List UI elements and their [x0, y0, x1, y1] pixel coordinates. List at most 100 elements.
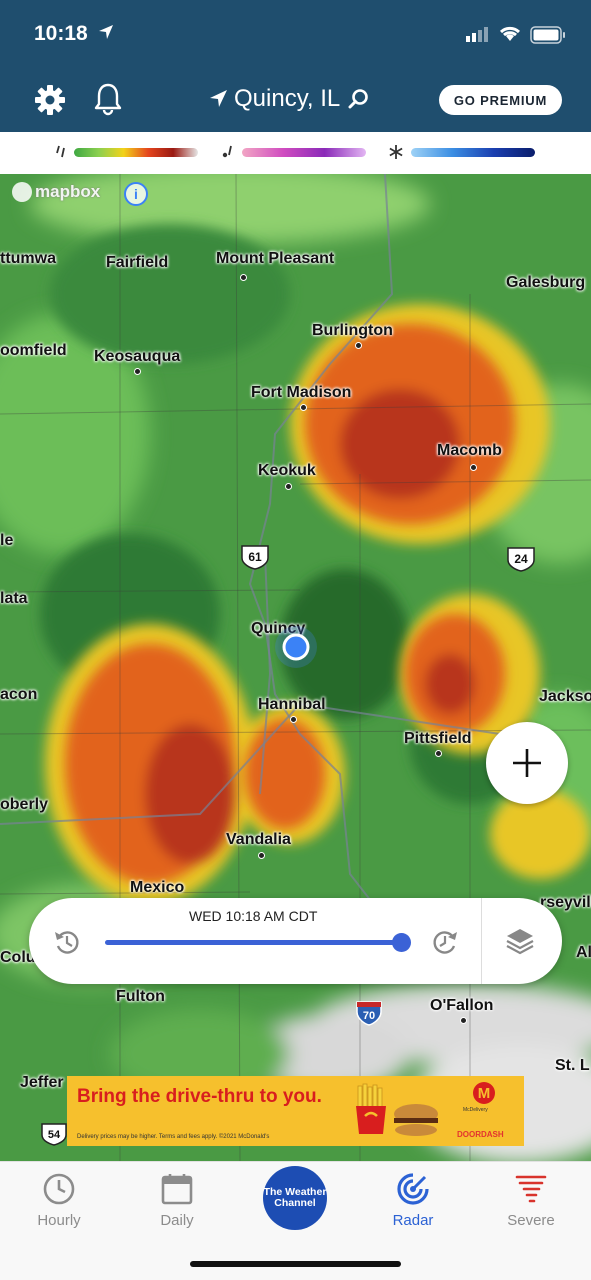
city-marker — [134, 368, 141, 375]
city-label: Jackso — [539, 688, 591, 705]
city-label: Keokuk — [258, 462, 316, 479]
timeline-timestamp: WED 10:18 AM CDT — [189, 908, 318, 924]
timeline-divider — [481, 898, 482, 984]
svg-text:54: 54 — [48, 1129, 61, 1141]
doordash-logo: DOORDASH — [457, 1130, 504, 1139]
raindrop-icon — [56, 145, 65, 158]
route-shield-70: 70 — [356, 1001, 382, 1026]
city-label: oomfield — [0, 342, 67, 359]
forecast-future-icon[interactable] — [431, 928, 459, 956]
legend-mix — [222, 145, 366, 159]
status-bar: 10:18 — [0, 0, 591, 70]
snowflake-icon — [389, 145, 403, 159]
city-marker — [285, 483, 292, 490]
bell-icon[interactable] — [93, 82, 123, 116]
route-shield-54: 54 — [41, 1123, 67, 1146]
city-marker — [470, 464, 477, 471]
city-label: oberly — [0, 796, 49, 813]
location-arrow-icon — [99, 25, 113, 39]
city-label: Keosauqua — [94, 348, 181, 365]
city-label: le — [0, 532, 14, 549]
city-label: Burlington — [312, 322, 393, 339]
city-label: Hannibal — [258, 696, 326, 713]
twc-logo[interactable]: The Weather Channel — [263, 1166, 327, 1230]
cellular-signal-icon — [466, 27, 488, 42]
city-label: O'Fallon — [430, 997, 494, 1014]
city-label: Jeffer — [20, 1074, 64, 1091]
tab-label: Hourly — [37, 1212, 81, 1229]
food-image — [356, 1083, 438, 1136]
location-selector[interactable]: Quincy, IL — [208, 85, 370, 113]
legend-mix-bar — [242, 147, 366, 157]
app-header: Quincy, IL GO PREMIUM — [0, 70, 591, 132]
calendar-icon — [161, 1174, 193, 1205]
go-premium-button[interactable]: GO PREMIUM — [439, 85, 562, 115]
city-marker — [240, 274, 247, 281]
svg-text:61: 61 — [248, 550, 262, 564]
svg-text:70: 70 — [363, 1010, 375, 1022]
route-shield-61: 61 — [241, 545, 269, 570]
legend-rain — [56, 145, 198, 159]
rewind-history-icon[interactable] — [53, 928, 81, 956]
plus-icon — [513, 749, 541, 777]
radar-icon — [397, 1173, 429, 1205]
ad-headline: Bring the drive-thru to you. — [77, 1086, 322, 1107]
timeline-slider-track[interactable] — [105, 940, 401, 945]
route-shield-24: 24 — [507, 547, 535, 572]
city-label: Vandalia — [226, 831, 291, 848]
precipitation-legend — [0, 132, 591, 174]
info-icon[interactable]: i — [124, 182, 148, 206]
mapbox-logo: mapbox — [12, 182, 100, 202]
city-label: ttumwa — [0, 250, 56, 267]
ad-delivery-label: McDelivery — [463, 1107, 488, 1113]
clock-icon — [43, 1173, 75, 1205]
legend-snow-bar — [411, 147, 535, 157]
current-location-marker — [275, 626, 317, 668]
ad-fine-print: Delivery prices may be higher. Terms and… — [77, 1134, 270, 1140]
city-label: Fort Madison — [251, 384, 352, 401]
tab-radar[interactable]: Radar — [358, 1172, 468, 1229]
layers-icon[interactable] — [505, 926, 535, 956]
city-label: Mexico — [130, 879, 185, 896]
svg-text:24: 24 — [514, 552, 528, 566]
tab-daily[interactable]: Daily — [122, 1172, 232, 1229]
bottom-tab-bar: Hourly Daily The Weather Channel Radar S… — [0, 1161, 591, 1280]
tab-severe[interactable]: Severe — [476, 1172, 586, 1229]
timeline-slider-thumb[interactable] — [392, 933, 411, 952]
location-arrow-icon — [210, 90, 227, 107]
radar-map[interactable]: mapbox i ttumwa Fairfield Mount Pleasant… — [0, 174, 591, 1161]
advertisement-banner[interactable]: Bring the drive-thru to you. Delivery pr… — [67, 1076, 524, 1146]
wifi-icon — [499, 26, 521, 41]
city-label: Al — [576, 944, 591, 961]
gear-icon[interactable] — [34, 84, 66, 116]
city-label: acon — [0, 686, 38, 703]
city-label: St. L — [555, 1057, 590, 1074]
legend-snow — [389, 145, 535, 159]
mcdonalds-logo: M — [473, 1082, 495, 1104]
legend-rain-bar — [74, 147, 198, 157]
radar-timeline: WED 10:18 AM CDT — [29, 898, 562, 984]
city-label: Fairfield — [106, 254, 169, 271]
city-label: Pittsfield — [404, 730, 472, 747]
tab-label: Radar — [392, 1212, 434, 1229]
city-marker — [290, 716, 297, 723]
home-indicator — [190, 1261, 401, 1267]
city-marker — [258, 852, 265, 859]
clock-time: 10:18 — [34, 22, 88, 45]
location-name: Quincy, IL — [234, 85, 341, 112]
search-icon[interactable] — [348, 88, 370, 110]
city-marker — [300, 404, 307, 411]
tab-hourly[interactable]: Hourly — [4, 1172, 114, 1229]
battery-icon — [530, 26, 565, 44]
city-marker — [435, 750, 442, 757]
tornado-icon — [515, 1175, 547, 1203]
sleet-icon — [222, 145, 232, 158]
tab-label: Daily — [160, 1212, 194, 1229]
city-label: Fulton — [116, 988, 165, 1005]
tab-label: Severe — [507, 1212, 555, 1229]
city-label: Galesburg — [506, 274, 586, 291]
city-label: Mount Pleasant — [216, 250, 335, 267]
zoom-in-button[interactable] — [486, 722, 568, 804]
city-label: lata — [0, 590, 28, 607]
city-marker — [460, 1017, 467, 1024]
